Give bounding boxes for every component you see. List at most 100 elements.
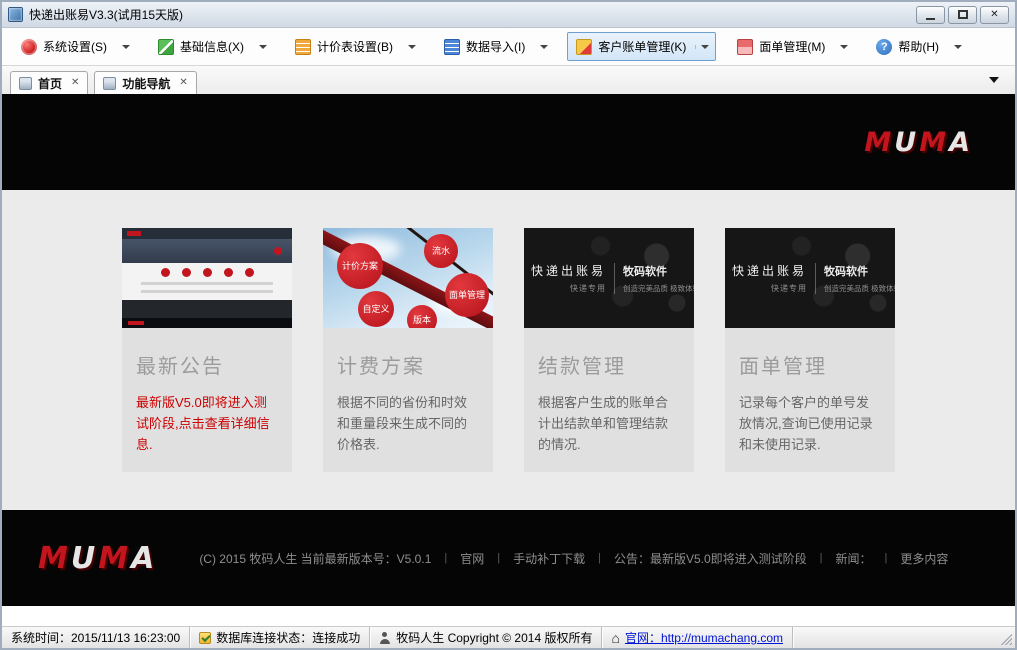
dropdown-arrow-button[interactable] [834, 45, 848, 49]
toolbar-label: 客户账单管理(K) [598, 38, 686, 55]
card-announcement[interactable]: 最新公告 最新版V5.0即将进入测试阶段,点击查看详细信息. [122, 228, 292, 472]
status-copyright: 牧码人生 Copyright © 2014 版权所有 [370, 627, 602, 648]
page-icon [103, 77, 116, 90]
dropdown-arrow-button[interactable] [116, 45, 130, 49]
toolbar-button-basic-info[interactable]: 基础信息(X) [149, 32, 274, 61]
separator: | [885, 552, 888, 564]
tab-label: 首页 [38, 75, 62, 92]
pricing-bubble: 自定义 [358, 291, 394, 327]
dropdown-arrow-button[interactable] [534, 45, 548, 49]
toolbar-button-waybill[interactable]: 面单管理(M) [728, 32, 855, 61]
tab-home[interactable]: 首页 ✕ [10, 71, 88, 94]
separator: | [444, 552, 447, 564]
settlement-thumbnail: 快递出账易 快递专用 牧码软件 创造完美品质 极致体验 [524, 228, 694, 328]
toolbar-button-customer-bills[interactable]: 客户账单管理(K) [567, 32, 716, 61]
slogan-text: 创造完美品质 极致体验 [623, 283, 694, 294]
card-title: 最新公告 [136, 350, 278, 379]
toolbar-button-data-import[interactable]: 数据导入(I) [435, 32, 555, 61]
footer-copyright: (C) 2015 牧码人生 当前最新版本号：V5.0.1 [199, 550, 431, 567]
close-button[interactable]: ✕ [980, 6, 1009, 24]
logo-letter: M [98, 541, 129, 576]
card-text: 记录每个客户的单号发放情况,查询已使用记录和未使用记录. [739, 392, 881, 455]
dropdown-arrow-button[interactable] [948, 45, 962, 49]
footer-notice: 公告：最新版V5.0即将进入测试阶段 [614, 550, 807, 567]
tab-list-dropdown-icon[interactable] [989, 77, 999, 83]
brand-text: 快递出账易 [732, 262, 807, 279]
status-bar: 系统时间：2015/11/13 16:23:00 数据库连接状态：连接成功 牧码… [2, 626, 1015, 648]
dropdown-arrow-button[interactable] [402, 45, 416, 49]
toolbar-label: 数据导入(I) [466, 38, 525, 55]
brand-text: 快递出账易 [531, 262, 606, 279]
status-system-time: 系统时间：2015/11/13 16:23:00 [2, 627, 190, 648]
chevron-down-icon [540, 45, 548, 49]
footer-link-website[interactable]: 官网 [460, 550, 484, 567]
tab-close-icon[interactable]: ✕ [71, 78, 79, 88]
slogan-text: 创造完美品质 极致体验 [824, 283, 895, 294]
toolbar-label: 帮助(H) [898, 38, 939, 55]
logo-letter: M [919, 127, 947, 158]
tab-label: 功能导航 [122, 75, 170, 92]
footer-link-more[interactable]: 更多内容 [900, 550, 948, 567]
muma-logo: M U M A [864, 127, 971, 158]
waybill-thumbnail: 快递出账易 快递专用 牧码软件 创造完美品质 极致体验 [725, 228, 895, 328]
chevron-down-icon [840, 45, 848, 49]
toolbar-label: 面单管理(M) [759, 38, 825, 55]
help-icon: ? [876, 39, 892, 55]
status-db-connection: 数据库连接状态：连接成功 [190, 627, 370, 648]
app-icon [8, 7, 23, 22]
system-settings-icon [21, 39, 37, 55]
toolbar-button-help[interactable]: ? 帮助(H) [867, 32, 969, 61]
muma-logo: M U M A [38, 541, 155, 576]
card-waybill[interactable]: 快递出账易 快递专用 牧码软件 创造完美品质 极致体验 面单管理 记录每个客户的… [725, 228, 895, 472]
status-website: ⌂ 官网：http://mumachang.com [602, 627, 793, 648]
footer-link-patch-download[interactable]: 手动补丁下载 [513, 550, 585, 567]
chevron-down-icon [122, 45, 130, 49]
pricing-bubble: 流水 [424, 234, 458, 268]
price-table-icon [295, 39, 311, 55]
card-settlement[interactable]: 快递出账易 快递专用 牧码软件 创造完美品质 极致体验 结款管理 根据客户生成的… [524, 228, 694, 472]
app-window: 快递出账易V3.3(试用15天版) ✕ 系统设置(S) 基础信息(X) 计价表设… [0, 0, 1017, 650]
announcement-link-text[interactable]: 最新版V5.0即将进入测试阶段,点击查看详细信息. [136, 392, 278, 455]
company-text: 牧码软件 [824, 263, 895, 279]
chevron-down-icon [954, 45, 962, 49]
copyright-text: 牧码人生 Copyright © 2014 版权所有 [396, 629, 592, 646]
pricing-bubble: 面单管理 [445, 273, 489, 317]
maximize-button[interactable] [948, 6, 977, 24]
tab-navigation[interactable]: 功能导航 ✕ [94, 71, 196, 94]
customer-bill-icon [576, 39, 592, 55]
tab-close-icon[interactable]: ✕ [179, 78, 187, 88]
card-pricing[interactable]: 计价方案 流水 自定义 面单管理 版本 计费方案 根据不同的省份和时效和重量段来… [323, 228, 493, 472]
pricing-bubble: 计价方案 [337, 243, 383, 289]
card-text: 根据客户生成的账单合计出结款单和管理结款的情况. [538, 392, 680, 455]
window-title: 快递出账易V3.3(试用15天版) [29, 6, 183, 23]
card-text: 根据不同的省份和时效和重量段来生成不同的价格表. [337, 392, 479, 455]
footer-banner: M U M A (C) 2015 牧码人生 当前最新版本号：V5.0.1 | 官… [2, 510, 1015, 606]
pricing-bubble: 版本 [407, 305, 437, 328]
close-icon: ✕ [990, 10, 998, 20]
database-icon [199, 632, 211, 644]
bottom-gap [2, 606, 1015, 626]
tab-bar: 首页 ✕ 功能导航 ✕ [2, 66, 1015, 94]
maximize-icon [958, 10, 968, 19]
logo-letter: A [131, 541, 155, 576]
logo-letter: U [71, 541, 96, 576]
separator: | [497, 552, 500, 564]
window-controls: ✕ [913, 6, 1009, 24]
resize-grip[interactable] [1000, 633, 1012, 645]
logo-letter: M [38, 541, 69, 576]
toolbar-button-system-settings[interactable]: 系统设置(S) [12, 32, 137, 61]
dropdown-arrow-button[interactable] [695, 45, 709, 49]
dropdown-arrow-button[interactable] [253, 45, 267, 49]
chevron-down-icon [408, 45, 416, 49]
card-title: 结款管理 [538, 350, 680, 379]
home-icon: ⌂ [611, 631, 619, 645]
toolbar-button-price-table[interactable]: 计价表设置(B) [286, 32, 423, 61]
titlebar: 快递出账易V3.3(试用15天版) ✕ [2, 2, 1015, 28]
website-link[interactable]: 官网：http://mumachang.com [625, 629, 783, 646]
minimize-button[interactable] [916, 6, 945, 24]
toolbar-label: 基础信息(X) [180, 38, 244, 55]
home-content: 最新公告 最新版V5.0即将进入测试阶段,点击查看详细信息. 计价方案 流水 自… [2, 190, 1015, 510]
card-title: 计费方案 [337, 350, 479, 379]
logo-letter: U [894, 127, 917, 158]
person-icon [379, 632, 391, 644]
